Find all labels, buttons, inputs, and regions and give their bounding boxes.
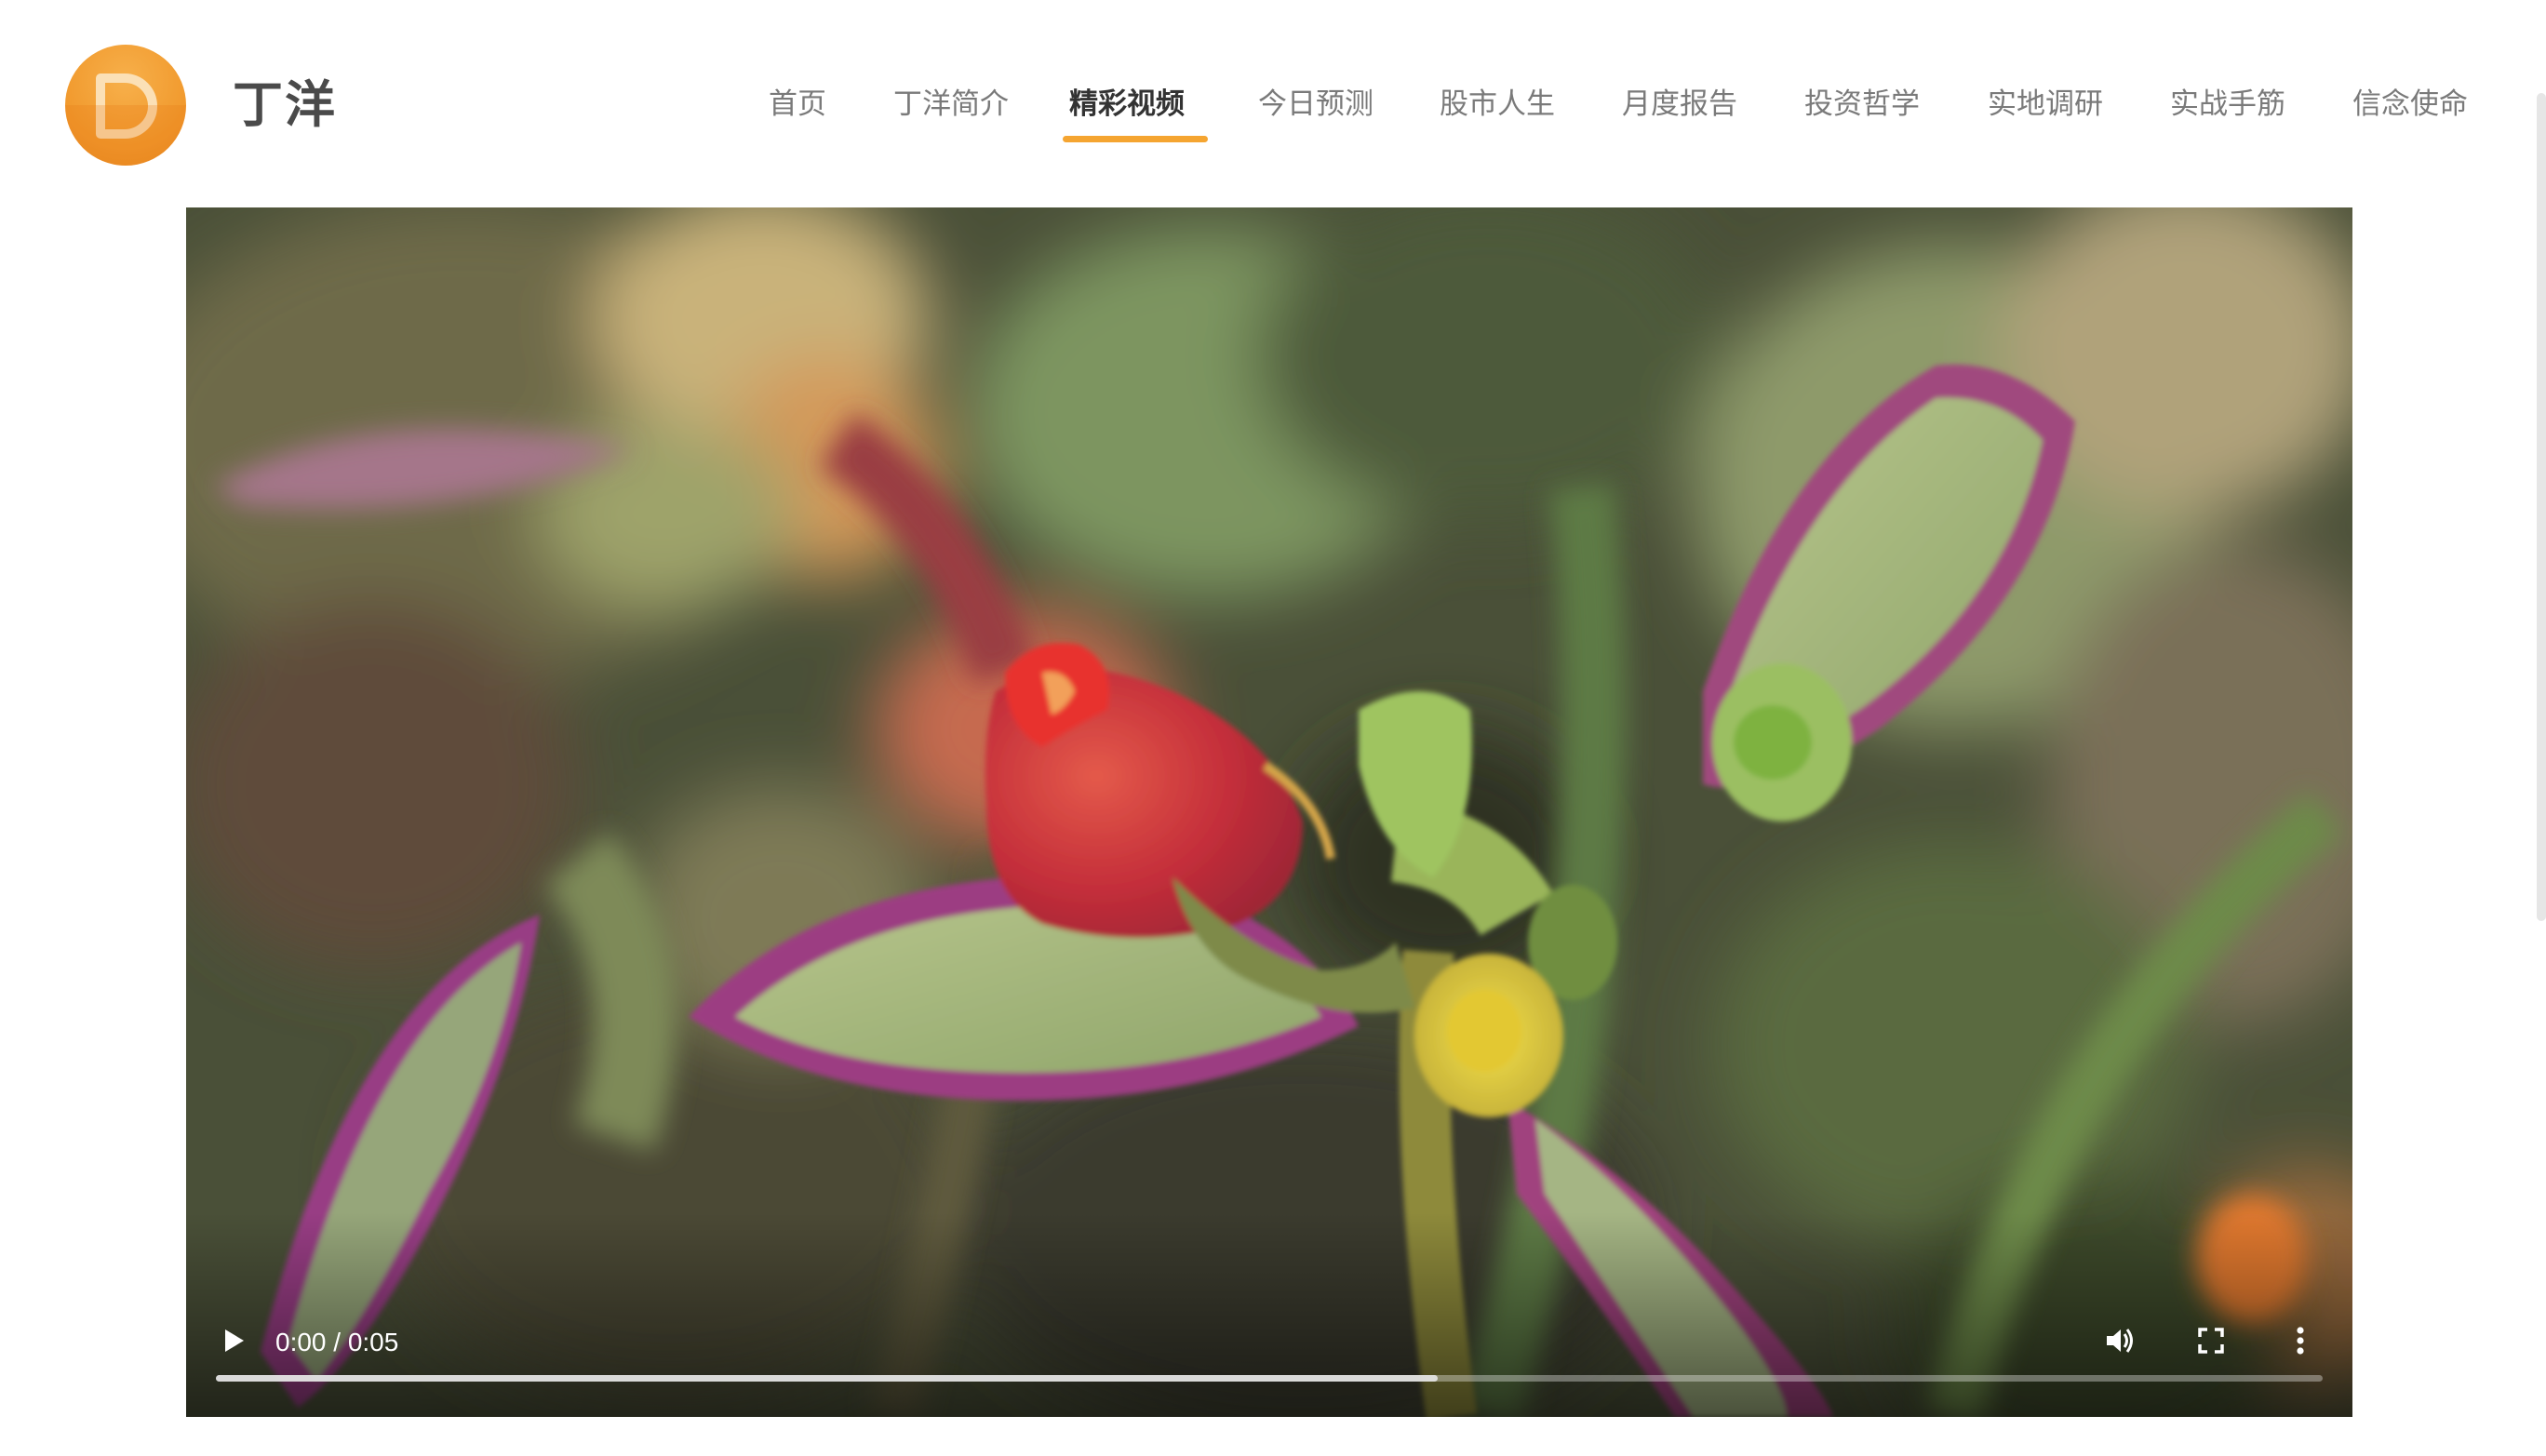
nav-item-philosophy[interactable]: 投资哲学 xyxy=(1804,84,1920,125)
main-nav: 首页 丁洋简介 精彩视频 今日预测 股市人生 月度报告 投资哲学 实地调研 实战… xyxy=(0,84,2546,149)
nav-item-about[interactable]: 丁洋简介 xyxy=(893,84,1009,125)
nav-item-monthly[interactable]: 月度报告 xyxy=(1622,84,1737,125)
play-icon[interactable] xyxy=(214,1322,251,1359)
nav-item-videos[interactable]: 精彩视频 xyxy=(1069,84,1185,125)
fullscreen-icon[interactable] xyxy=(2192,1322,2230,1359)
more-vertical-icon[interactable] xyxy=(2282,1322,2319,1359)
progress-bar[interactable] xyxy=(216,1375,2323,1382)
nav-item-research[interactable]: 实地调研 xyxy=(1988,84,2103,125)
site-header: 丁洋 首页 丁洋简介 精彩视频 今日预测 股市人生 月度报告 投资哲学 实地调研… xyxy=(0,0,2546,207)
nav-item-forecast[interactable]: 今日预测 xyxy=(1258,84,1374,125)
nav-item-market-life[interactable]: 股市人生 xyxy=(1440,84,1555,125)
volume-icon[interactable] xyxy=(2101,1322,2138,1359)
nav-item-home[interactable]: 首页 xyxy=(769,84,826,125)
nav-item-tactics[interactable]: 实战手筋 xyxy=(2170,84,2285,125)
time-display: 0:00 / 0:05 xyxy=(275,1328,399,1356)
progress-buffered xyxy=(216,1375,1439,1382)
controls-gradient xyxy=(186,1212,2352,1417)
video-player[interactable]: 0:00 / 0:05 xyxy=(186,207,2352,1417)
nav-item-mission[interactable]: 信念使命 xyxy=(2352,84,2468,125)
page-scrollbar[interactable] xyxy=(2537,93,2546,921)
active-nav-indicator xyxy=(1063,136,1208,142)
